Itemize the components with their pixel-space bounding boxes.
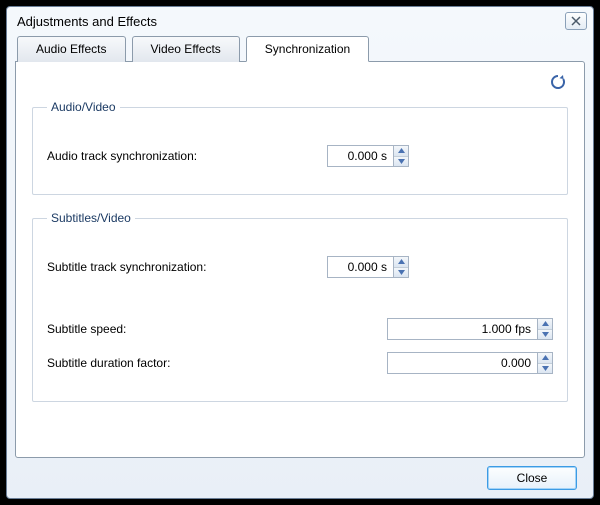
spin-up-subtitle-speed[interactable] xyxy=(538,319,552,330)
ctrl-audio-track-sync xyxy=(327,145,553,167)
chevron-up-icon xyxy=(542,355,549,360)
spin-down-audio-track-sync[interactable] xyxy=(394,157,408,167)
group-audio-video-legend: Audio/Video xyxy=(47,100,120,114)
spin-down-subtitle-duration-factor[interactable] xyxy=(538,364,552,374)
chevron-down-icon xyxy=(542,366,549,371)
row-audio-track-sync: Audio track synchronization: xyxy=(47,144,553,168)
group-audio-video: Audio/Video Audio track synchronization: xyxy=(32,100,568,195)
close-icon xyxy=(571,16,581,26)
refresh-icon xyxy=(549,73,567,91)
spin-audio-track-sync xyxy=(327,145,409,167)
spin-buttons-subtitle-speed xyxy=(537,318,553,340)
dialog-window: Adjustments and Effects Audio Effects Vi… xyxy=(6,6,594,499)
tab-audio-effects[interactable]: Audio Effects xyxy=(17,36,126,62)
dialog-footer: Close xyxy=(15,458,585,490)
spin-up-subtitle-track-sync[interactable] xyxy=(394,257,408,268)
window-title: Adjustments and Effects xyxy=(17,14,565,29)
spin-subtitle-track-sync xyxy=(327,256,409,278)
group-subtitles-video: Subtitles/Video Subtitle track synchroni… xyxy=(32,211,568,402)
spin-down-subtitle-track-sync[interactable] xyxy=(394,268,408,278)
ctrl-subtitle-track-sync xyxy=(327,256,553,278)
input-audio-track-sync[interactable] xyxy=(327,145,393,167)
tab-strip: Audio Effects Video Effects Synchronizat… xyxy=(15,36,585,62)
group-subtitles-video-legend: Subtitles/Video xyxy=(47,211,135,225)
input-subtitle-track-sync[interactable] xyxy=(327,256,393,278)
spin-subtitle-duration-factor xyxy=(387,352,553,374)
row-subtitle-track-sync: Subtitle track synchronization: xyxy=(47,255,553,279)
input-subtitle-speed[interactable] xyxy=(387,318,537,340)
ctrl-subtitle-duration-factor xyxy=(327,352,553,374)
input-subtitle-duration-factor[interactable] xyxy=(387,352,537,374)
chevron-up-icon xyxy=(542,321,549,326)
chevron-up-icon xyxy=(398,148,405,153)
chevron-down-icon xyxy=(398,270,405,275)
spin-buttons-audio-track-sync xyxy=(393,145,409,167)
client-area: Audio Effects Video Effects Synchronizat… xyxy=(15,35,585,490)
label-subtitle-track-sync: Subtitle track synchronization: xyxy=(47,260,327,274)
ctrl-subtitle-speed xyxy=(327,318,553,340)
close-button[interactable]: Close xyxy=(487,466,577,490)
tab-synchronization[interactable]: Synchronization xyxy=(246,36,369,62)
chevron-down-icon xyxy=(542,332,549,337)
spin-down-subtitle-speed[interactable] xyxy=(538,330,552,340)
label-subtitle-speed: Subtitle speed: xyxy=(47,322,327,336)
label-subtitle-duration-factor: Subtitle duration factor: xyxy=(47,356,327,370)
row-subtitle-duration-factor: Subtitle duration factor: xyxy=(47,351,553,375)
spin-up-audio-track-sync[interactable] xyxy=(394,146,408,157)
window-close-button[interactable] xyxy=(565,12,587,30)
chevron-down-icon xyxy=(398,159,405,164)
spin-buttons-subtitle-track-sync xyxy=(393,256,409,278)
spin-up-subtitle-duration-factor[interactable] xyxy=(538,353,552,364)
refresh-row xyxy=(32,72,568,92)
spin-subtitle-speed xyxy=(387,318,553,340)
refresh-button[interactable] xyxy=(548,72,568,92)
titlebar: Adjustments and Effects xyxy=(7,7,593,35)
row-subtitle-speed: Subtitle speed: xyxy=(47,317,553,341)
label-audio-track-sync: Audio track synchronization: xyxy=(47,149,327,163)
window-outer-frame: Adjustments and Effects Audio Effects Vi… xyxy=(0,0,600,505)
tab-video-effects[interactable]: Video Effects xyxy=(132,36,240,62)
tab-panel-synchronization: Audio/Video Audio track synchronization: xyxy=(15,61,585,458)
chevron-up-icon xyxy=(398,259,405,264)
spacer xyxy=(47,289,553,307)
spin-buttons-subtitle-duration-factor xyxy=(537,352,553,374)
